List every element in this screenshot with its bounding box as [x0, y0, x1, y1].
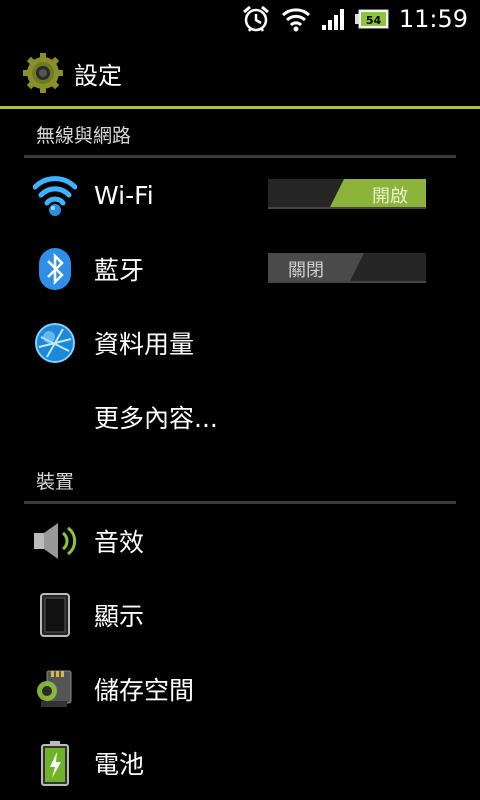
- toggle-state-label: 開啟: [372, 186, 408, 207]
- settings-item-more[interactable]: 更多內容...: [24, 380, 456, 454]
- wifi-icon: [30, 170, 80, 220]
- settings-item-label: 儲存空間: [94, 676, 195, 705]
- section-header-wireless: 無線與網路: [24, 110, 456, 158]
- settings-item-label: 電池: [94, 750, 145, 779]
- data-usage-icon: [30, 318, 80, 368]
- battery-charging-icon: [30, 738, 80, 788]
- settings-item-data-usage[interactable]: 資料用量: [24, 306, 456, 380]
- bluetooth-icon: [30, 244, 80, 294]
- settings-item-sound[interactable]: 音效: [24, 504, 456, 578]
- settings-gear-icon[interactable]: [22, 52, 64, 94]
- settings-item-label: 音效: [94, 528, 145, 557]
- settings-item-storage[interactable]: 儲存空間: [24, 652, 456, 726]
- settings-item-battery[interactable]: 電池: [24, 726, 456, 800]
- settings-item-label: 顯示: [94, 602, 145, 631]
- settings-item-label: Wi-Fi: [94, 180, 154, 210]
- bluetooth-toggle[interactable]: 關閉: [268, 253, 426, 283]
- speaker-icon: [30, 516, 80, 566]
- settings-item-label: 藍牙: [94, 256, 145, 285]
- cell-signal-icon: [321, 7, 345, 31]
- storage-icon: [30, 664, 80, 714]
- section-header-label: 無線與網路: [36, 125, 132, 147]
- action-bar: 設定: [0, 38, 480, 108]
- section-header-label: 裝置: [36, 471, 75, 493]
- display-icon: [30, 590, 80, 640]
- settings-item-display[interactable]: 顯示: [24, 578, 456, 652]
- status-bar: 54 11:59: [0, 0, 480, 38]
- settings-item-label: 更多內容...: [94, 404, 218, 433]
- settings-item-wifi[interactable]: Wi-Fi 開啟: [24, 158, 456, 232]
- battery-level: 54: [366, 14, 382, 27]
- toggle-state-label: 關閉: [288, 260, 324, 281]
- action-bar-divider: [0, 106, 480, 109]
- settings-item-label: 資料用量: [94, 330, 195, 359]
- status-clock: 11:59: [398, 5, 468, 33]
- wifi-toggle[interactable]: 開啟: [268, 179, 426, 209]
- wifi-signal-icon: [281, 6, 311, 32]
- page-title: 設定: [74, 61, 122, 90]
- settings-item-bluetooth[interactable]: 藍牙 關閉: [24, 232, 456, 306]
- alarm-icon: [241, 4, 271, 34]
- section-header-device: 裝置: [24, 456, 456, 504]
- battery-icon: 54: [354, 9, 389, 29]
